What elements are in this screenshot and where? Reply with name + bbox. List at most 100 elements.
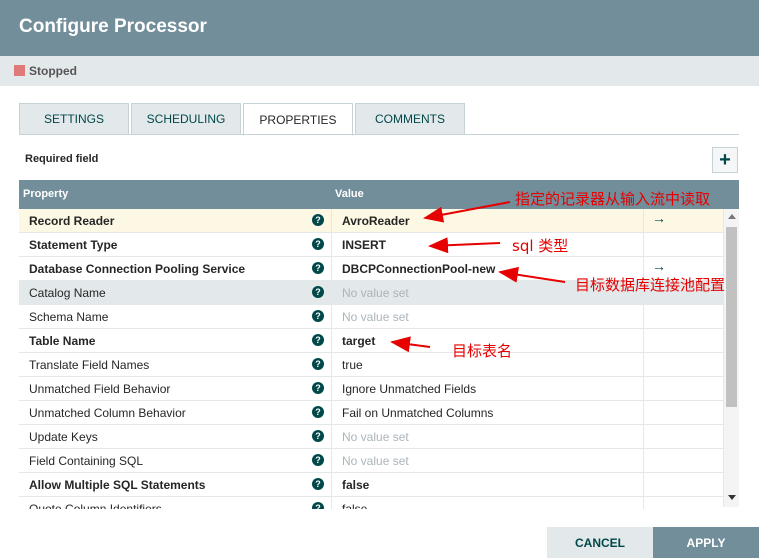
column-divider xyxy=(331,353,332,377)
property-value[interactable]: No value set xyxy=(342,310,409,324)
column-divider xyxy=(643,473,644,497)
column-divider xyxy=(643,425,644,449)
table-row[interactable]: Quote Column Identifiers? false xyxy=(19,497,723,509)
column-divider xyxy=(643,209,644,233)
column-divider xyxy=(331,233,332,257)
column-divider xyxy=(331,473,332,497)
properties-table-body: Record Reader? AvroReader → Statement Type?… xyxy=(19,209,739,509)
dialog-title: Configure Processor xyxy=(19,16,207,37)
required-field-label: Required field xyxy=(25,153,99,165)
cancel-button[interactable]: CANCEL xyxy=(547,527,653,558)
column-divider xyxy=(331,449,332,473)
property-value[interactable]: AvroReader xyxy=(342,214,410,228)
column-divider xyxy=(643,401,644,425)
column-divider xyxy=(643,329,644,353)
property-value[interactable]: Ignore Unmatched Fields xyxy=(342,382,476,396)
tab-comments[interactable]: COMMENTS xyxy=(355,103,465,135)
dialog-header: Configure Processor xyxy=(0,0,759,56)
table-row[interactable]: Allow Multiple SQL Statements? false xyxy=(19,473,723,497)
column-divider xyxy=(331,377,332,401)
add-property-button[interactable]: + xyxy=(712,147,738,173)
scroll-thumb[interactable] xyxy=(726,227,737,407)
column-divider xyxy=(331,497,332,509)
tab-properties[interactable]: PROPERTIES xyxy=(243,103,353,136)
table-row[interactable]: Unmatched Field Behavior? Ignore Unmatche… xyxy=(19,377,723,401)
table-row[interactable]: Schema Name? No value set xyxy=(19,305,723,329)
property-name: Schema Name xyxy=(29,310,109,324)
help-icon[interactable]: ? xyxy=(312,382,324,394)
help-icon[interactable]: ? xyxy=(312,358,324,370)
property-name: Statement Type xyxy=(29,238,118,252)
table-row[interactable]: Update Keys? No value set xyxy=(19,425,723,449)
table-row[interactable]: Table Name? target xyxy=(19,329,723,353)
column-divider xyxy=(643,377,644,401)
property-name: Quote Column Identifiers xyxy=(29,502,162,509)
column-divider xyxy=(331,425,332,449)
status-label: Stopped xyxy=(29,64,77,78)
column-divider xyxy=(643,305,644,329)
help-icon[interactable]: ? xyxy=(312,406,324,418)
table-scrollbar[interactable] xyxy=(723,209,739,507)
property-name: Unmatched Field Behavior xyxy=(29,382,171,396)
help-icon[interactable]: ? xyxy=(312,238,324,250)
column-header-value[interactable]: Value xyxy=(335,188,364,200)
annotation-record-reader: 指定的记录器从输入流中读取 xyxy=(515,190,711,208)
tab-divider xyxy=(19,134,739,135)
plus-icon: + xyxy=(719,148,731,171)
status-bar: Stopped xyxy=(0,56,759,86)
property-name: Translate Field Names xyxy=(29,358,150,372)
help-icon[interactable]: ? xyxy=(312,454,324,466)
help-icon[interactable]: ? xyxy=(312,502,324,509)
help-icon[interactable]: ? xyxy=(312,286,324,298)
stopped-icon xyxy=(14,65,25,76)
property-value[interactable]: No value set xyxy=(342,430,409,444)
column-header-property[interactable]: Property xyxy=(23,188,68,200)
column-divider xyxy=(643,449,644,473)
property-value[interactable]: No value set xyxy=(342,286,409,300)
column-divider xyxy=(331,209,332,233)
help-icon[interactable]: ? xyxy=(312,478,324,490)
apply-button[interactable]: APPLY xyxy=(653,527,759,558)
goto-arrow-icon[interactable]: → xyxy=(652,210,666,226)
annotation-statement-type: sql 类型 xyxy=(512,237,569,255)
help-icon[interactable]: ? xyxy=(312,310,324,322)
annotation-connection-pool: 目标数据库连接池配置 xyxy=(575,276,726,294)
property-value[interactable]: No value set xyxy=(342,454,409,468)
tab-scheduling[interactable]: SCHEDULING xyxy=(131,103,241,135)
property-name: Table Name xyxy=(29,334,96,348)
property-value[interactable]: false xyxy=(342,478,369,492)
annotation-table-name: 目标表名 xyxy=(452,342,513,360)
property-value[interactable]: false xyxy=(342,502,367,509)
help-icon[interactable]: ? xyxy=(312,430,324,442)
column-divider xyxy=(643,353,644,377)
column-divider xyxy=(331,329,332,353)
table-row[interactable]: Record Reader? AvroReader → xyxy=(19,209,723,233)
column-divider xyxy=(331,281,332,305)
column-divider xyxy=(331,257,332,281)
help-icon[interactable]: ? xyxy=(312,334,324,346)
table-row[interactable]: Unmatched Column Behavior? Fail on Unmatc… xyxy=(19,401,723,425)
help-icon[interactable]: ? xyxy=(312,262,324,274)
help-icon[interactable]: ? xyxy=(312,214,324,226)
table-row[interactable]: Translate Field Names? true xyxy=(19,353,723,377)
column-divider xyxy=(643,497,644,509)
property-name: Record Reader xyxy=(29,214,115,228)
goto-arrow-icon[interactable]: → xyxy=(652,258,666,274)
property-value[interactable]: DBCPConnectionPool-new xyxy=(342,262,495,276)
property-name: Database Connection Pooling Service xyxy=(29,262,246,276)
property-name: Field Containing SQL xyxy=(29,454,144,468)
property-value[interactable]: Fail on Unmatched Columns xyxy=(342,406,493,420)
column-divider xyxy=(331,305,332,329)
property-name: Unmatched Column Behavior xyxy=(29,406,186,420)
scroll-up-icon[interactable] xyxy=(728,214,736,219)
property-value[interactable]: target xyxy=(342,334,375,348)
property-value[interactable]: true xyxy=(342,358,363,372)
table-row[interactable]: Field Containing SQL? No value set xyxy=(19,449,723,473)
property-name: Allow Multiple SQL Statements xyxy=(29,478,206,492)
table-row[interactable]: Statement Type? INSERT xyxy=(19,233,723,257)
property-name: Catalog Name xyxy=(29,286,106,300)
tab-settings[interactable]: SETTINGS xyxy=(19,103,129,135)
property-value[interactable]: INSERT xyxy=(342,238,386,252)
column-divider xyxy=(643,233,644,257)
scroll-down-icon[interactable] xyxy=(728,495,736,500)
